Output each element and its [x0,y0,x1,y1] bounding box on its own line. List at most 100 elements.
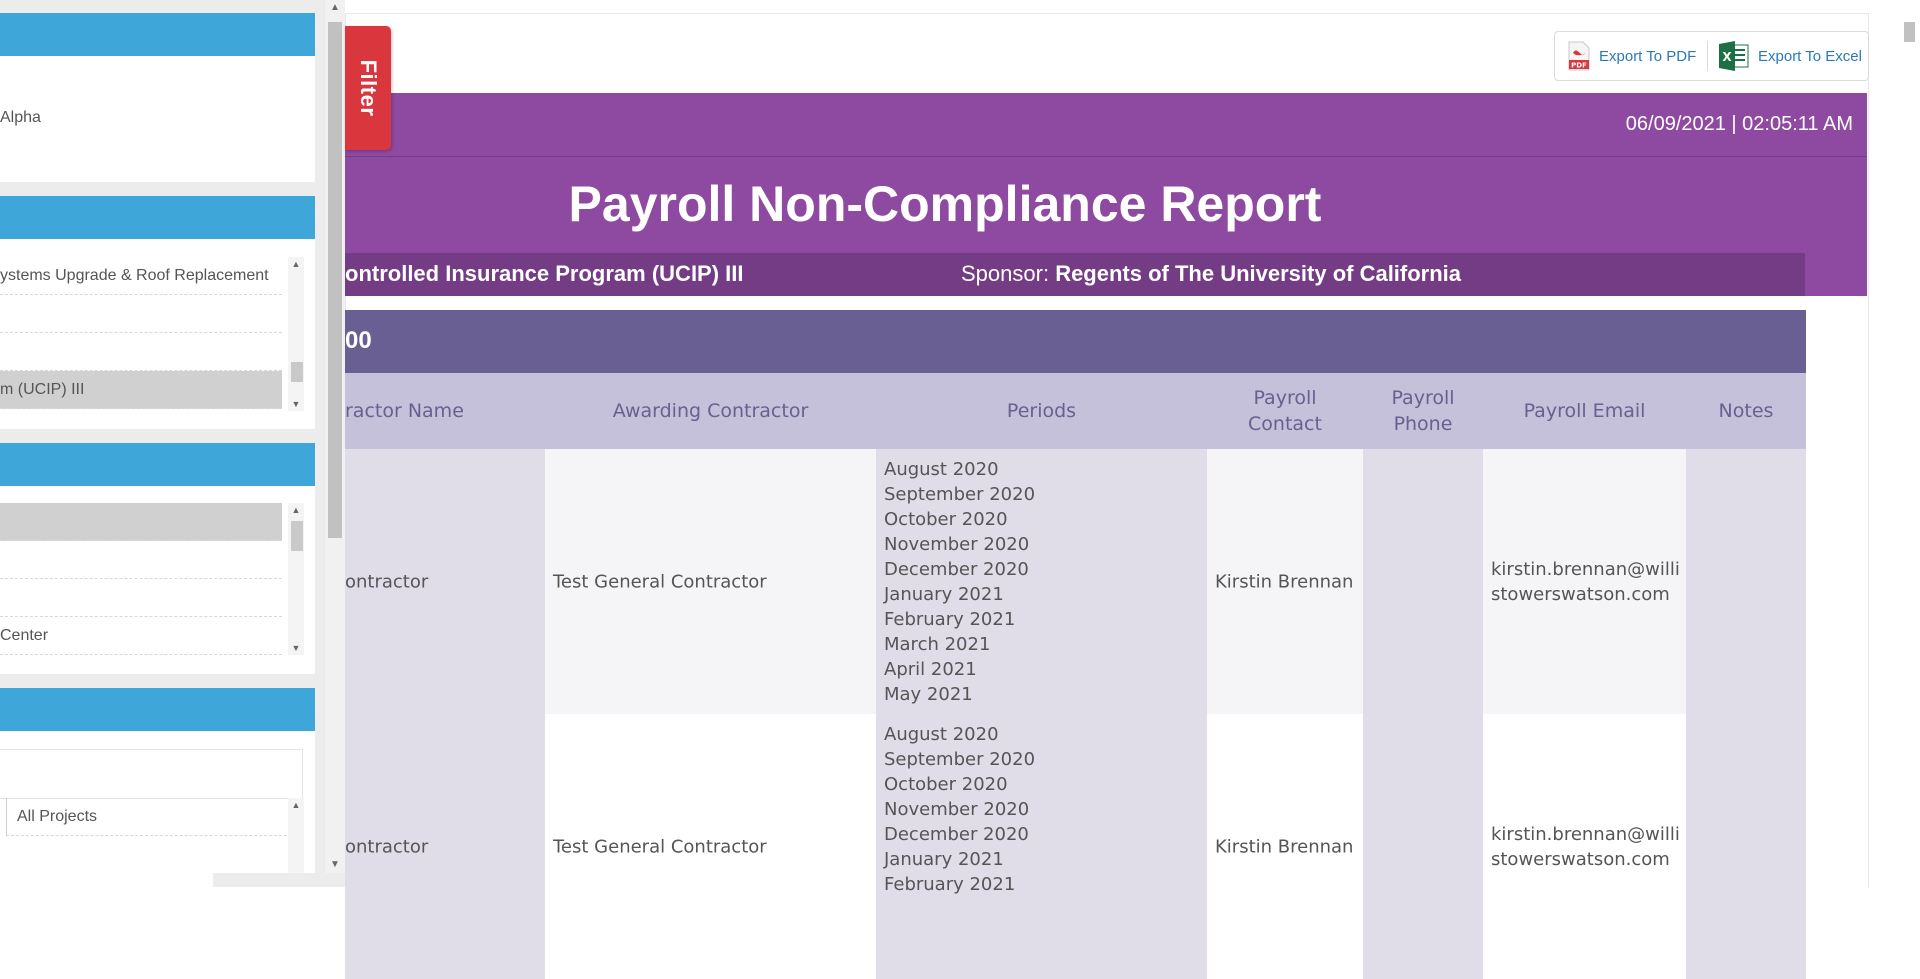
excel-icon: X [1718,41,1750,71]
svg-text:PDF: PDF [1571,62,1587,70]
period-item: October 2020 [884,509,1008,530]
project-listbox[interactable]: Center ▲ ▼ [0,503,304,655]
cell-phone [1363,449,1483,714]
list-item-selected[interactable] [0,503,282,541]
period-item: May 2021 [884,684,973,705]
period-item: January 2021 [884,849,1004,870]
list-item[interactable]: ystems Upgrade & Roof Replacement [0,257,282,295]
listbox-scrollbar[interactable]: ▲ [288,798,304,873]
filter-section-body-3: Center ▲ ▼ [0,486,315,674]
filter-section-header-4[interactable] [0,688,315,731]
cell-email: kirstin.brennan@willistowerswatson.com [1483,449,1686,714]
period-item: January 2021 [884,584,1004,605]
group-header: 00 [345,310,1806,373]
scroll-up-icon[interactable]: ▲ [288,503,304,517]
cell-periods: August 2020 September 2020 October 2020 … [876,449,1207,714]
column-header-email: Payroll Email [1523,400,1646,422]
filter-section-header-1[interactable] [0,13,315,56]
report-header: 06/09/2021 | 02:05:11 AM Payroll Non-Com… [345,93,1867,296]
period-item: November 2020 [884,534,1030,555]
cell-contractor: ontractor [345,714,545,979]
period-item: December 2020 [884,824,1029,845]
filter-tab-button[interactable]: Filter [345,26,391,150]
filter-panel: Alpha ystems Upgrade & Roof Replacement … [0,0,345,873]
cell-periods: August 2020 September 2020 October 2020 … [876,714,1207,979]
program-listbox[interactable]: ystems Upgrade & Roof Replacement m (UCI… [0,257,304,411]
cell-awarding: Test General Contractor [545,714,876,979]
cell-phone [1363,714,1483,979]
filter-tab-label: Filter [356,59,381,117]
filter-section-header-2[interactable] [0,196,315,239]
panel-scrollbar[interactable]: ▲ ▼ [325,0,345,873]
period-item: March 2021 [884,634,991,655]
period-item: August 2020 [884,459,999,480]
filter-selected-value[interactable]: Alpha [0,109,41,127]
page-title: Payroll Non-Compliance Report [568,176,1322,232]
list-item[interactable] [0,333,282,371]
page-scrollbar[interactable] [1899,0,1920,887]
filter-section-body-2: ystems Upgrade & Roof Replacement m (UCI… [0,239,315,429]
scroll-down-icon[interactable]: ▼ [288,641,304,655]
period-item: April 2021 [884,659,977,680]
program-name: ontrolled Insurance Program (UCIP) III [345,261,744,286]
cell-notes [1686,449,1806,714]
report-timestamp: 06/09/2021 | 02:05:11 AM [1625,113,1853,135]
column-header-contact: Payroll Contact [1248,387,1322,435]
scroll-thumb[interactable] [291,362,303,382]
table-header-row: ractor Name Awarding Contractor Periods … [345,373,1806,449]
period-item: October 2020 [884,774,1008,795]
export-pdf-label: Export To PDF [1599,47,1697,65]
export-toolbar: PDF Export To PDF X Export To Excel [1554,31,1869,81]
column-header-contractor: ractor Name [345,400,464,422]
column-header-periods: Periods [1006,400,1077,422]
divider [1707,41,1708,71]
cell-contact: Kirstin Brennan [1207,449,1363,714]
scroll-thumb[interactable] [291,521,303,551]
column-header-phone: Payroll Phone [1391,387,1455,435]
list-item[interactable] [0,295,282,333]
scroll-thumb[interactable] [1904,22,1915,42]
svg-text:X: X [1722,50,1732,64]
group-label: 00 [345,327,372,354]
cell-awarding: Test General Contractor [545,449,876,714]
listbox-scrollbar[interactable]: ▲ ▼ [288,257,304,411]
project-search-input[interactable] [0,749,303,799]
period-item: September 2020 [884,749,1036,770]
list-item[interactable]: All Projects [6,798,287,836]
project-select-list[interactable]: All Projects ▲ [0,798,304,873]
table-row: ontractor Test General Contractor August… [345,449,1806,714]
horizontal-scrollbar[interactable] [213,873,348,887]
scroll-down-icon[interactable]: ▼ [288,397,304,411]
scroll-down-icon[interactable]: ▼ [325,857,345,873]
column-header-notes: Notes [1718,400,1774,422]
export-excel-label: Export To Excel [1758,47,1862,65]
period-item: February 2021 [884,874,1016,895]
cell-contractor: ontractor [345,449,545,714]
listbox-scrollbar[interactable]: ▲ ▼ [288,503,304,655]
export-excel-button[interactable]: X Export To Excel [1718,32,1862,80]
list-item[interactable]: Center [0,617,282,655]
list-item-selected[interactable]: m (UCIP) III [0,371,282,409]
export-pdf-button[interactable]: PDF Export To PDF [1567,32,1696,80]
cell-email: kirstin.brennan@willistowerswatson.com [1483,714,1686,979]
scroll-thumb[interactable] [328,22,342,538]
period-item: December 2020 [884,559,1029,580]
sponsor-label: Sponsor: [961,261,1050,286]
period-item: August 2020 [884,724,999,745]
scroll-up-icon[interactable]: ▲ [288,257,304,271]
filter-section-body-4: All Projects ▲ [0,731,315,873]
filter-section-header-3[interactable] [0,443,315,486]
list-item[interactable] [0,541,282,579]
program-band: ontrolled Insurance Program (UCIP) III S… [345,253,1805,296]
sponsor-info: Sponsor: Regents of The University of Ca… [961,261,1461,287]
period-item: September 2020 [884,484,1036,505]
column-header-awarding: Awarding Contractor [612,400,809,422]
sponsor-value: Regents of The University of California [1055,261,1462,286]
divider [345,156,1867,157]
list-item[interactable] [0,579,282,617]
filter-section-body-1: Alpha [0,56,315,182]
scroll-up-icon[interactable]: ▲ [288,798,304,812]
scroll-up-icon[interactable]: ▲ [325,0,345,16]
table-row: ontractor Test General Contractor August… [345,714,1806,979]
period-item: November 2020 [884,799,1030,820]
